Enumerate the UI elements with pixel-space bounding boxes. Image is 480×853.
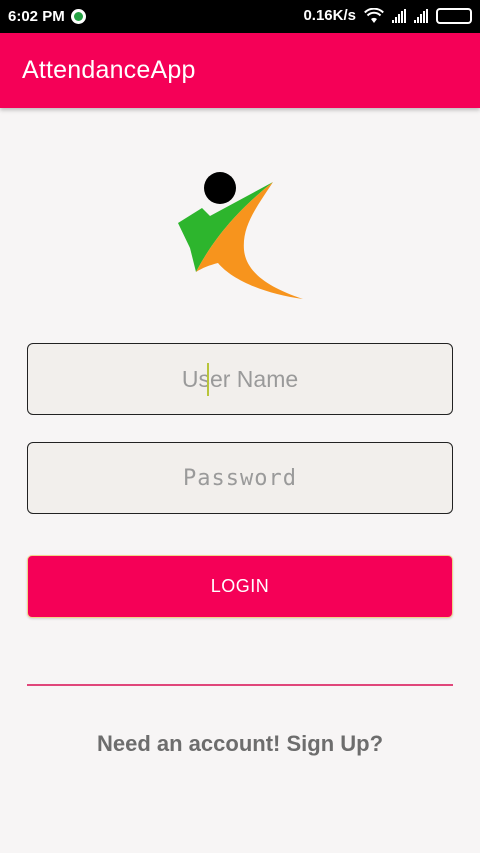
status-right: 0.16K/s bbox=[303, 7, 472, 24]
divider bbox=[27, 684, 453, 686]
network-speed: 0.16K/s bbox=[303, 7, 356, 24]
wifi-icon bbox=[364, 7, 384, 23]
login-button[interactable]: LOGIN bbox=[27, 555, 453, 618]
status-bar: 6:02 PM 0.16K/s bbox=[0, 0, 480, 33]
signup-link[interactable]: Need an account! Sign Up? bbox=[0, 731, 480, 757]
username-input[interactable] bbox=[28, 344, 452, 414]
text-cursor bbox=[207, 363, 209, 396]
whatsapp-icon bbox=[70, 9, 86, 24]
signal-icon-sim2 bbox=[414, 8, 428, 23]
signal-icon-sim1 bbox=[392, 8, 406, 23]
status-time: 6:02 PM bbox=[8, 8, 65, 25]
password-input[interactable] bbox=[28, 443, 452, 513]
battery-icon bbox=[436, 7, 472, 24]
username-field[interactable] bbox=[27, 343, 453, 415]
status-left: 6:02 PM bbox=[8, 8, 86, 25]
app-logo-icon bbox=[178, 172, 303, 299]
app-bar: AttendanceApp bbox=[0, 33, 480, 108]
app-title: AttendanceApp bbox=[22, 56, 196, 84]
password-field[interactable] bbox=[27, 442, 453, 514]
